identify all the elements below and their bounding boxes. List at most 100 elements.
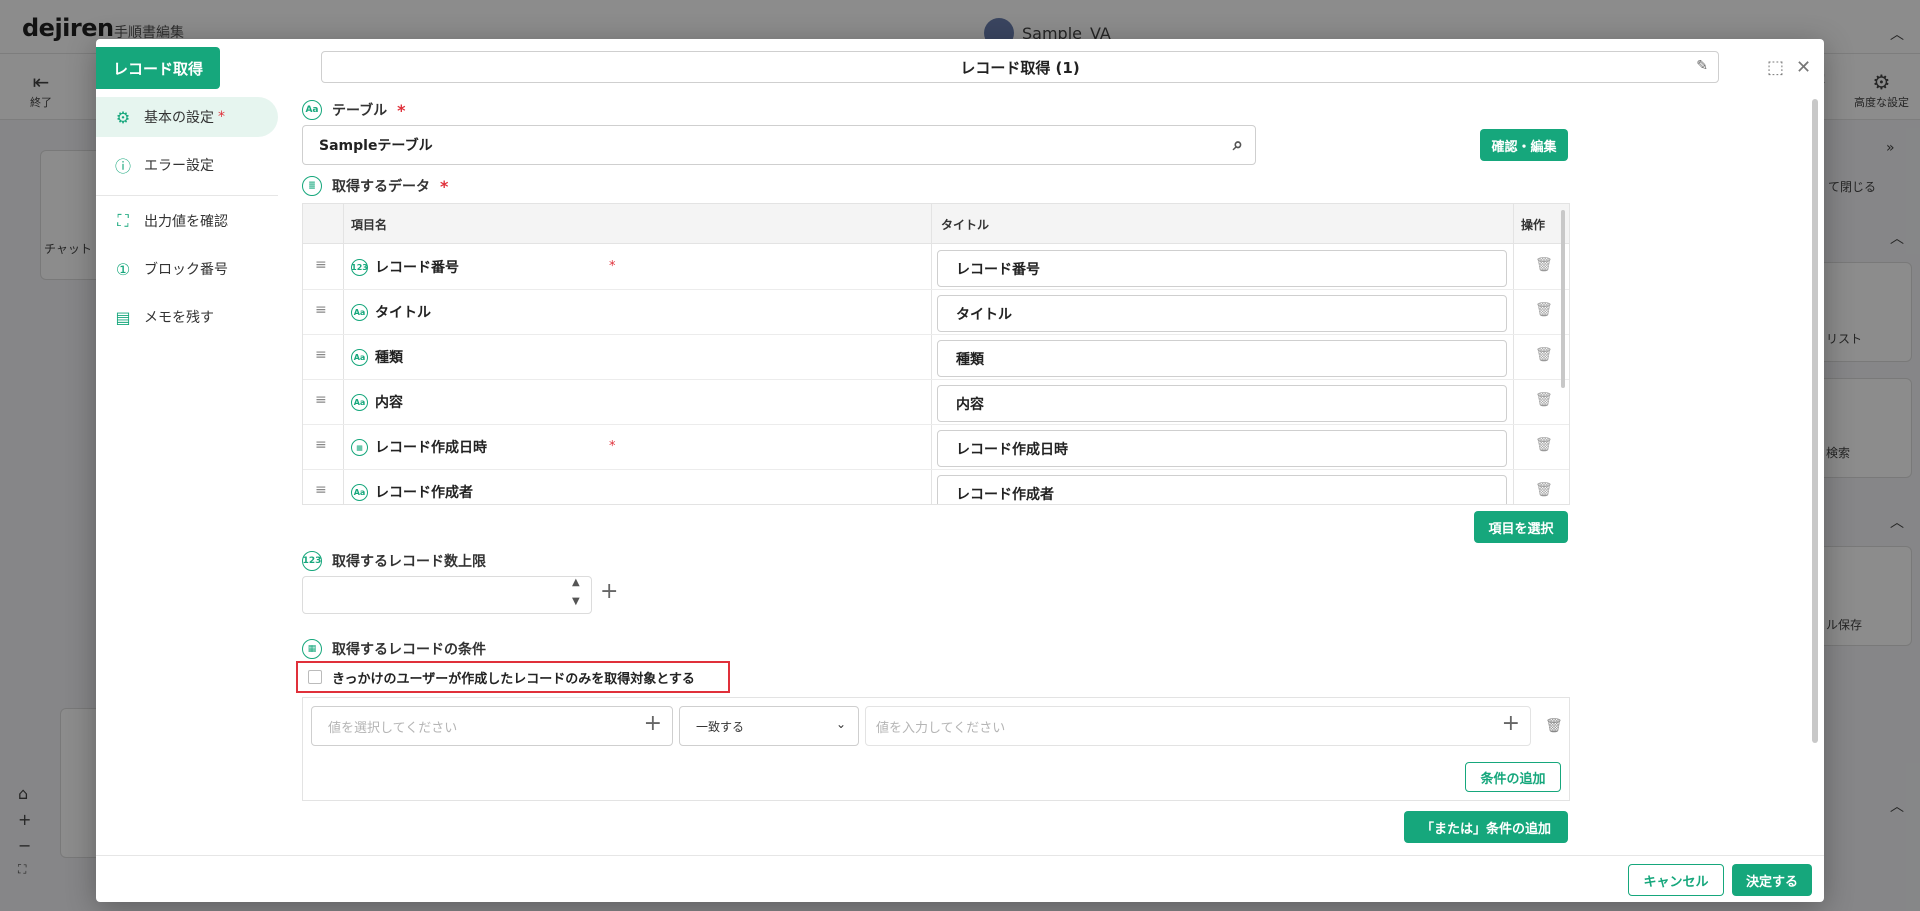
field-name: レコード作成者	[375, 485, 473, 501]
nav-item-label: エラー設定	[144, 158, 214, 174]
section-title-text: 取得するレコードの条件	[332, 642, 486, 658]
own-records-only-checkbox[interactable]	[308, 670, 322, 684]
required-mark: *	[218, 109, 225, 125]
required-mark: *	[609, 439, 616, 454]
required-mark: *	[609, 259, 616, 274]
table-header: 項目名 タイトル 操作	[303, 204, 1569, 244]
nav-item-block-number[interactable]: ① ブロック番号	[96, 249, 278, 289]
data-section-title: ≣ 取得するデータ *	[302, 176, 448, 196]
limit-section-title: 123 取得するレコード数上限	[302, 551, 486, 571]
add-or-condition-button[interactable]: 「または」条件の追加	[1404, 811, 1568, 843]
text-type-icon: Aa	[351, 304, 368, 321]
table-section-title: Aa テーブル *	[302, 100, 406, 120]
nav-divider	[96, 195, 278, 196]
drag-handle-icon[interactable]: ≡	[315, 302, 327, 318]
required-mark: *	[440, 176, 449, 196]
text-type-icon: Aa	[351, 394, 368, 411]
field-title-input[interactable]: レコード作成日時	[937, 430, 1507, 467]
table-row: ≡ Aa レコード作成者 レコード作成者 🗑	[303, 470, 1569, 504]
trash-icon[interactable]: 🗑	[1535, 437, 1553, 453]
number-type-icon: 123	[351, 259, 368, 276]
cancel-button[interactable]: キャンセル	[1628, 864, 1724, 896]
add-condition-button[interactable]: 条件の追加	[1465, 762, 1561, 792]
trash-icon[interactable]: 🗑	[1535, 392, 1553, 408]
nav-item-basic-settings[interactable]: ⚙ 基本の設定 *	[96, 97, 278, 137]
field-title-input[interactable]: レコード番号	[937, 250, 1507, 287]
nav-item-label: 基本の設定	[144, 110, 214, 126]
field-name: タイトル	[375, 305, 431, 321]
text-type-icon: Aa	[351, 349, 368, 366]
gear-icon: ⚙	[115, 107, 131, 127]
bracket-icon: ⛶	[117, 211, 129, 230]
checkbox-label: きっかけのユーザーが作成したレコードのみを取得対象とする	[332, 671, 695, 687]
nav-item-error-settings[interactable]: ⓘ エラー設定	[96, 145, 278, 185]
table-select-field[interactable]: Sampleテーブル ⌕	[302, 125, 1256, 165]
table-row: ≡ Aa 内容 内容 🗑	[303, 380, 1569, 425]
table-row: ≡ Aa タイトル タイトル 🗑	[303, 290, 1569, 335]
settings-content: Aa テーブル * Sampleテーブル ⌕ 確認・編集 ≣ 取得するデータ *…	[296, 39, 1802, 859]
trash-icon[interactable]: 🗑	[1535, 302, 1553, 318]
record-limit-input[interactable]	[302, 576, 592, 614]
drag-handle-icon[interactable]: ≡	[315, 392, 327, 408]
condition-value-input[interactable]: 値を入力してください +	[865, 706, 1531, 746]
section-title-text: 取得するレコード数上限	[332, 554, 486, 570]
trash-icon[interactable]: 🗑	[1535, 257, 1553, 273]
chevron-down-icon: ⌄	[835, 717, 846, 731]
column-header-ops: 操作	[1521, 218, 1546, 232]
operator-value: 一致する	[696, 719, 745, 734]
required-mark: *	[397, 100, 406, 120]
list-type-icon: ≣	[302, 176, 322, 196]
field-title-input[interactable]: 内容	[937, 385, 1507, 422]
own-records-only-option[interactable]: きっかけのユーザーが作成したレコードのみを取得対象とする	[296, 661, 730, 693]
nav-item-label: ブロック番号	[144, 262, 228, 278]
trash-icon[interactable]: 🗑	[1535, 482, 1553, 498]
condition-group: 値を選択してください + 一致する ⌄ 値を入力してください + 🗑 条件の追加	[302, 697, 1570, 801]
field-name: 種類	[375, 350, 403, 366]
nav-item-memo[interactable]: ▤ メモを残す	[96, 297, 278, 337]
ok-button[interactable]: 決定する	[1732, 864, 1812, 896]
field-title-input[interactable]: レコード作成者	[937, 475, 1507, 504]
increment-icon[interactable]: ▲	[572, 577, 580, 588]
field-name: レコード番号	[375, 260, 459, 276]
nav-item-label: 出力値を確認	[144, 214, 228, 230]
fields-table: 項目名 タイトル 操作 ≡ 123 レコード番号 * レコード番号 🗑 ≡ Aa…	[302, 203, 1570, 505]
nav-item-label: メモを残す	[144, 310, 214, 326]
confirm-edit-button[interactable]: 確認・編集	[1480, 129, 1568, 161]
condition-operator-select[interactable]: 一致する ⌄	[679, 706, 859, 746]
table-scrollbar[interactable]	[1561, 210, 1565, 388]
drag-handle-icon[interactable]: ≡	[315, 347, 327, 363]
field-title-input[interactable]: 種類	[937, 340, 1507, 377]
grid-type-icon: ▦	[302, 639, 322, 659]
field-placeholder: 値を選択してください	[328, 720, 458, 736]
table-select-value: Sampleテーブル	[319, 138, 433, 154]
trash-icon[interactable]: 🗑	[1535, 347, 1553, 363]
memo-icon: ▤	[115, 307, 131, 327]
condition-field-select[interactable]: 値を選択してください +	[311, 706, 673, 746]
select-fields-button[interactable]: 項目を選択	[1474, 511, 1568, 543]
alert-icon: ⓘ	[114, 157, 131, 176]
value-placeholder: 値を入力してください	[876, 720, 1006, 736]
text-type-icon: Aa	[351, 484, 368, 501]
number-icon: ①	[115, 259, 131, 279]
decrement-icon[interactable]: ▼	[572, 596, 580, 607]
field-title-input[interactable]: タイトル	[937, 295, 1507, 332]
calendar-type-icon: ▦	[351, 439, 368, 456]
plus-icon[interactable]: +	[1502, 711, 1520, 736]
drag-handle-icon[interactable]: ≡	[315, 482, 327, 498]
search-icon[interactable]: ⌕	[1233, 134, 1243, 155]
plus-icon[interactable]: +	[644, 711, 662, 736]
column-header-title: タイトル	[941, 218, 990, 232]
block-type-badge: レコード取得	[96, 47, 220, 89]
footer-divider	[96, 855, 1824, 856]
drag-handle-icon[interactable]: ≡	[315, 437, 327, 453]
modal-scrollbar[interactable]	[1812, 99, 1818, 743]
section-title-text: 取得するデータ	[332, 179, 430, 195]
number-type-icon: 123	[302, 551, 322, 571]
section-title-text: テーブル	[332, 103, 388, 119]
column-header-name: 項目名	[351, 218, 388, 232]
add-variable-icon[interactable]: +	[600, 579, 618, 604]
field-name: レコード作成日時	[375, 440, 487, 456]
drag-handle-icon[interactable]: ≡	[315, 257, 327, 273]
nav-item-output-check[interactable]: ⛶ 出力値を確認	[96, 201, 278, 241]
trash-icon[interactable]: 🗑	[1545, 718, 1563, 734]
